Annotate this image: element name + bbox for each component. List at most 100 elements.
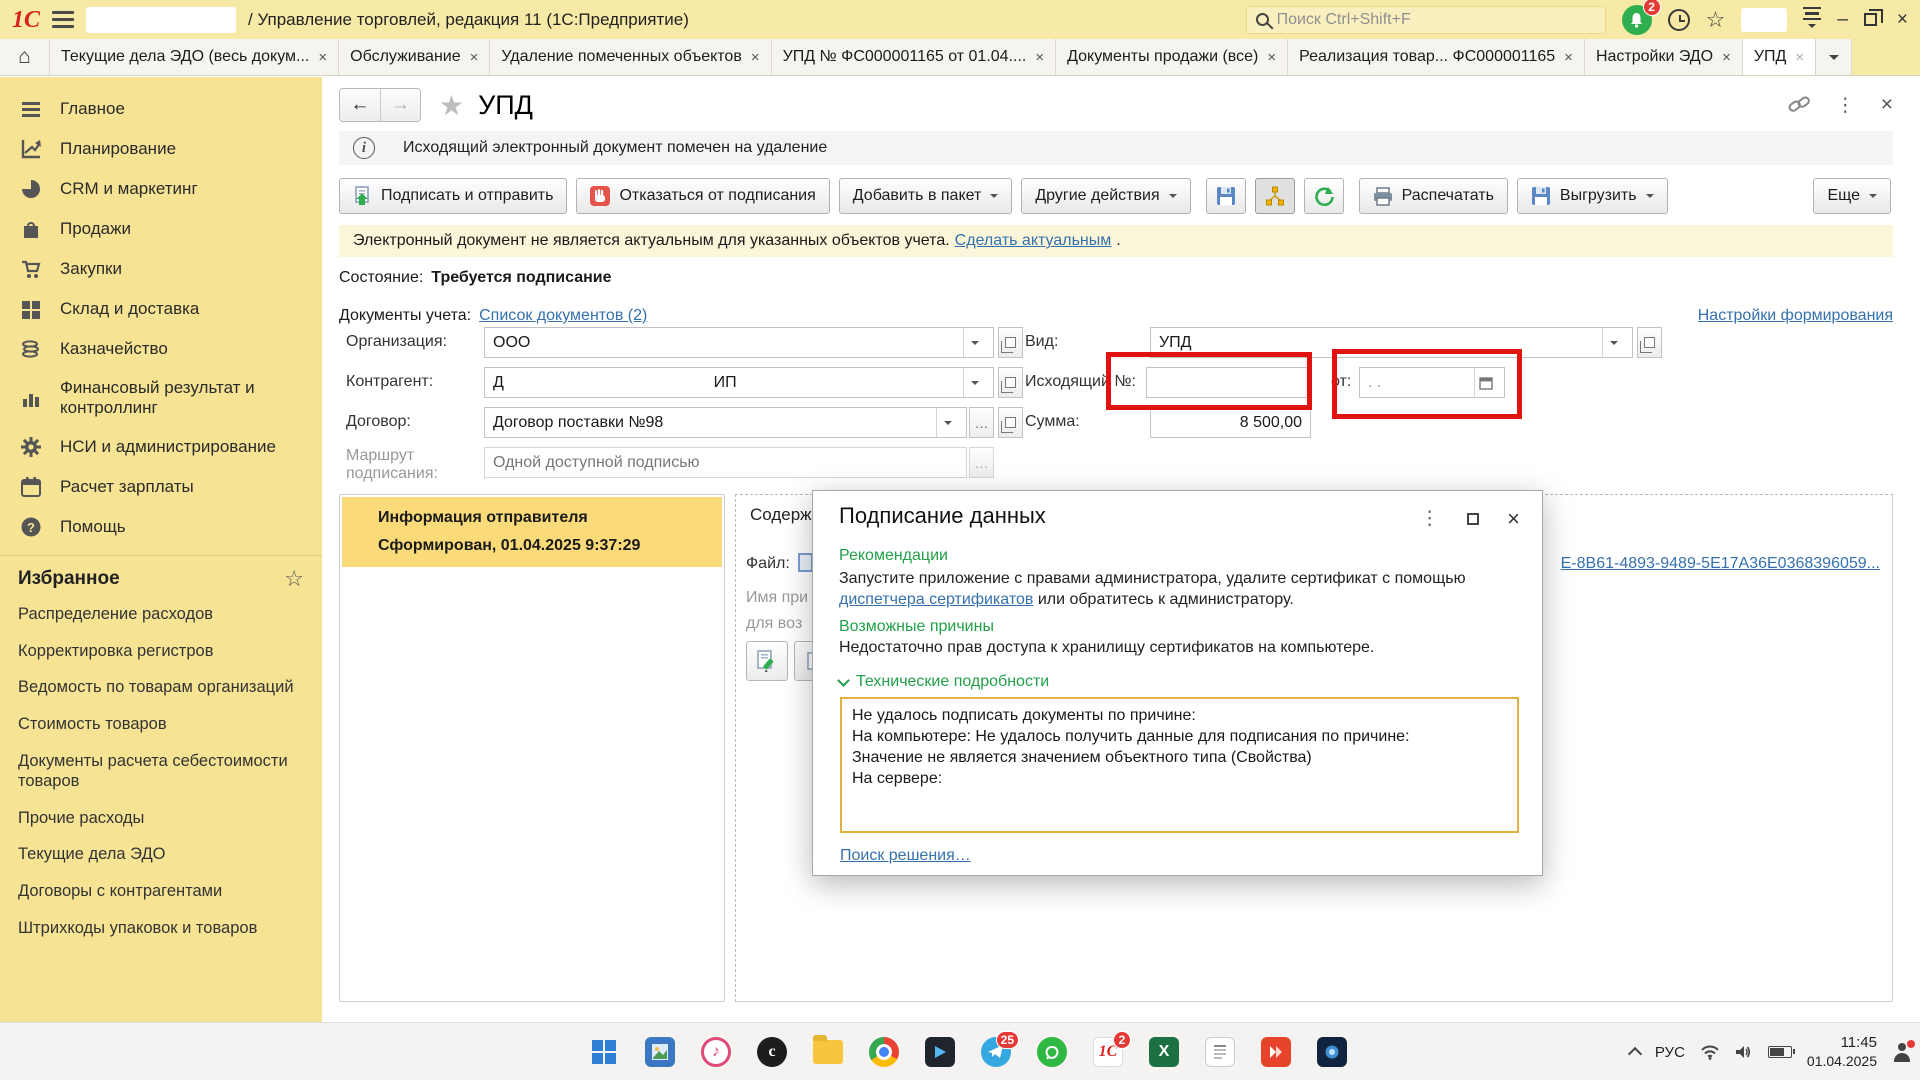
favorite-item[interactable]: Штрихкоды упаковок и товаров xyxy=(0,910,322,947)
sidebar-item-crm[interactable]: CRM и маркетинг xyxy=(0,169,322,209)
sidebar-item-nsi[interactable]: НСИ и администрирование xyxy=(0,427,322,467)
tab-delete-marked[interactable]: Удаление помеченных объектов× xyxy=(490,39,771,75)
close-window-button[interactable]: × xyxy=(1897,10,1908,29)
dialog-close-icon[interactable]: × xyxy=(1507,508,1520,530)
tab-edo-settings[interactable]: Настройки ЭДО× xyxy=(1585,39,1743,75)
file-link[interactable]: E-8B61-4893-9489-5E17A36E0368396059... xyxy=(1561,555,1880,573)
favorite-item[interactable]: Стоимость товаров xyxy=(0,706,322,743)
edit-file-button[interactable] xyxy=(746,641,788,681)
search-input[interactable] xyxy=(1277,11,1596,29)
favorite-item[interactable]: Текущие дела ЭДО xyxy=(0,836,322,873)
photos-app-icon[interactable] xyxy=(644,1036,676,1068)
speaker-icon[interactable] xyxy=(1735,1044,1753,1060)
dialog-maximize-icon[interactable] xyxy=(1467,513,1479,525)
tab-edo-current[interactable]: Текущие дела ЭДО (весь докум...× xyxy=(50,39,339,75)
org-input[interactable]: ООО xyxy=(484,327,994,358)
search-solution-link[interactable]: Поиск решения… xyxy=(840,847,971,865)
dogovor-input[interactable]: Договор поставки №98 xyxy=(484,407,967,438)
refresh-button[interactable] xyxy=(1304,178,1344,214)
org-choose-button[interactable] xyxy=(998,327,1023,358)
windows-start-icon[interactable] xyxy=(588,1036,620,1068)
tab-list-dropdown[interactable] xyxy=(1816,39,1852,75)
get-link-icon[interactable] xyxy=(1788,94,1810,116)
favorite-item[interactable]: Ведомость по товарам организаций xyxy=(0,669,322,706)
global-search[interactable] xyxy=(1246,6,1606,34)
dogovor-ellipsis-button[interactable]: … xyxy=(969,407,994,438)
date-input[interactable]: . . xyxy=(1359,367,1505,398)
tab-content[interactable]: Содерж xyxy=(750,505,812,525)
favorites-star-icon[interactable]: ☆ xyxy=(284,568,304,590)
make-actual-link[interactable]: Сделать актуальным xyxy=(955,232,1112,250)
more-menu-icon[interactable]: ⋮ xyxy=(1836,94,1855,117)
close-icon[interactable]: × xyxy=(1564,49,1573,66)
calendar-picker-icon[interactable] xyxy=(1474,368,1496,397)
media-player-icon[interactable] xyxy=(924,1036,956,1068)
whatsapp-icon[interactable] xyxy=(1036,1036,1068,1068)
dropdown-icon[interactable] xyxy=(936,408,958,437)
sidebar-item-treasury[interactable]: Казначейство xyxy=(0,329,322,369)
wifi-icon[interactable] xyxy=(1700,1044,1720,1060)
close-icon[interactable]: × xyxy=(1267,49,1276,66)
vid-choose-button[interactable] xyxy=(1637,327,1662,358)
tab-realization[interactable]: Реализация товар... ФС000001165× xyxy=(1288,39,1585,75)
close-icon[interactable]: × xyxy=(1795,49,1804,66)
sender-info-item[interactable]: Информация отправителя Сформирован, 01.0… xyxy=(342,497,722,567)
music-app-icon[interactable]: ♪ xyxy=(700,1036,732,1068)
add-to-package-button[interactable]: Добавить в пакет xyxy=(839,178,1013,214)
clock[interactable]: 11:45 01.04.2025 xyxy=(1807,1034,1877,1070)
telegram-icon[interactable]: 25 xyxy=(980,1036,1012,1068)
chrome-icon[interactable] xyxy=(868,1036,900,1068)
technical-details-toggle[interactable]: Технические подробности xyxy=(839,673,1049,691)
sidebar-item-sales[interactable]: Продажи xyxy=(0,209,322,249)
sidebar-item-purchases[interactable]: Закупки xyxy=(0,249,322,289)
close-icon[interactable]: × xyxy=(318,49,327,66)
history-icon[interactable] xyxy=(1668,9,1690,31)
dropdown-icon[interactable] xyxy=(963,328,985,357)
route-input[interactable]: Одной доступной подписью xyxy=(484,447,967,478)
close-icon[interactable]: × xyxy=(751,49,760,66)
close-document-icon[interactable]: × xyxy=(1881,93,1893,117)
1c-app-icon[interactable]: 1С 2 xyxy=(1092,1036,1124,1068)
browser-c-icon[interactable]: c xyxy=(756,1036,788,1068)
outgoing-number-input[interactable] xyxy=(1146,367,1311,398)
market-app-icon[interactable] xyxy=(1260,1036,1292,1068)
service-menu-icon[interactable] xyxy=(1803,7,1821,33)
dropdown-icon[interactable] xyxy=(963,368,985,397)
favorite-star-icon[interactable]: ★ xyxy=(439,89,464,122)
notes-app-icon[interactable] xyxy=(1204,1036,1236,1068)
route-ellipsis-button[interactable]: … xyxy=(969,447,994,478)
more-button[interactable]: Еще xyxy=(1813,178,1891,214)
sidebar-item-finance[interactable]: Финансовый результат и контроллинг xyxy=(0,369,322,427)
summa-input[interactable]: 8 500,00 xyxy=(1150,407,1311,438)
video-app-icon[interactable] xyxy=(1316,1036,1348,1068)
tab-home[interactable]: ⌂ xyxy=(0,39,50,75)
other-actions-button[interactable]: Другие действия xyxy=(1021,178,1190,214)
close-icon[interactable]: × xyxy=(1035,49,1044,66)
favorite-item[interactable]: Корректировка регистров xyxy=(0,633,322,670)
tab-upd-numbered[interactable]: УПД № ФС000001165 от 01.04....× xyxy=(772,39,1057,75)
dialog-more-icon[interactable]: ⋮ xyxy=(1420,507,1439,530)
favorite-item[interactable]: Распределение расходов xyxy=(0,596,322,633)
close-icon[interactable]: × xyxy=(1722,49,1731,66)
user-notification-icon[interactable] xyxy=(1892,1042,1912,1062)
notifications-button[interactable]: 2 xyxy=(1622,5,1652,35)
battery-icon[interactable] xyxy=(1768,1046,1792,1058)
export-button[interactable]: Выгрузить xyxy=(1517,178,1668,214)
sidebar-item-help[interactable]: ? Помощь xyxy=(0,507,322,547)
back-button[interactable]: ← xyxy=(340,89,380,121)
technical-details-text[interactable]: Не удалось подписать документы по причин… xyxy=(840,697,1519,833)
formation-settings-link[interactable]: Настройки формирования xyxy=(1698,307,1893,325)
close-icon[interactable]: × xyxy=(470,49,479,66)
cert-manager-link[interactable]: диспетчера сертификатов xyxy=(839,591,1033,608)
minimize-button[interactable]: – xyxy=(1837,10,1848,29)
main-menu-icon[interactable] xyxy=(52,11,74,28)
tab-sales-docs[interactable]: Документы продажи (все)× xyxy=(1056,39,1288,75)
favorite-item[interactable]: Документы расчета себестоимости товаров xyxy=(0,743,322,800)
excel-icon[interactable]: X xyxy=(1148,1036,1180,1068)
sidebar-item-warehouse[interactable]: Склад и доставка xyxy=(0,289,322,329)
tray-expand-icon[interactable] xyxy=(1628,1047,1642,1061)
sign-and-send-button[interactable]: Подписать и отправить xyxy=(339,178,567,214)
print-button[interactable]: Распечатать xyxy=(1359,178,1508,214)
favorites-icon[interactable]: ☆ xyxy=(1706,9,1726,31)
restore-button[interactable] xyxy=(1864,13,1877,26)
